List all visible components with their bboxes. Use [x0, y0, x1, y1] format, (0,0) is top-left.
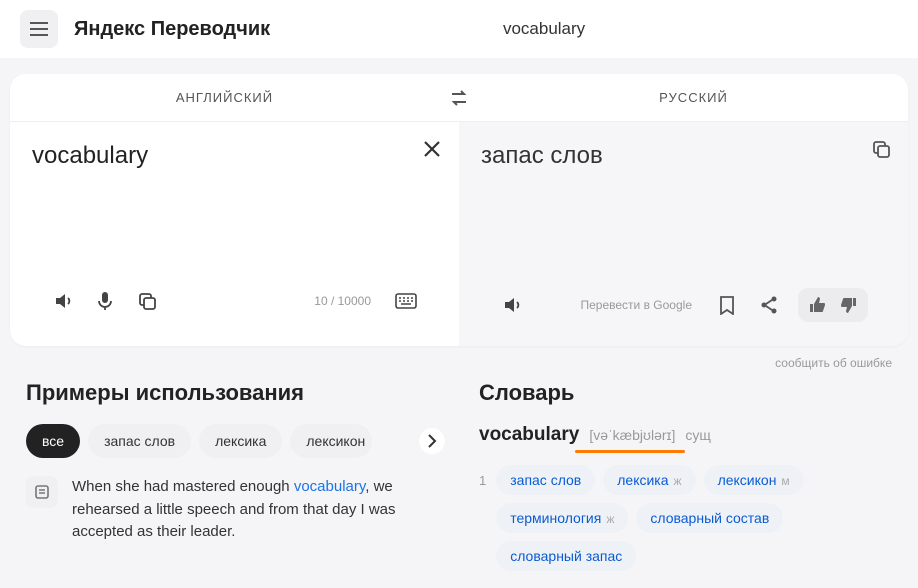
dictionary-title: Словарь	[479, 380, 892, 406]
examples-title: Примеры использования	[26, 380, 439, 406]
dict-translation-tag[interactable]: словарный состав	[636, 503, 783, 533]
dict-word: vocabulary	[479, 424, 579, 446]
hamburger-icon	[30, 22, 48, 36]
google-translate-link[interactable]: Перевести в Google	[581, 298, 693, 312]
app-logo[interactable]: Яндекс Переводчик	[74, 18, 270, 41]
tab-title: vocabulary	[270, 19, 818, 39]
speaker-icon	[53, 291, 73, 311]
clear-button[interactable]	[423, 140, 441, 163]
chip-filter[interactable]: лексика	[199, 424, 282, 458]
report-error-link[interactable]: сообщить об ошибке	[0, 346, 918, 370]
translation-output: запас слов	[481, 142, 886, 170]
source-pane: vocabulary 10 / 10000	[10, 122, 459, 346]
speaker-icon	[502, 295, 522, 315]
swap-languages-button[interactable]	[439, 90, 479, 106]
example-highlight: vocabulary	[294, 478, 365, 495]
dict-sense-number: 1	[479, 465, 486, 488]
dict-translation-tag[interactable]: лексикаж	[603, 465, 695, 495]
target-toolbar: Перевести в Google	[481, 280, 886, 336]
microphone-icon	[96, 291, 114, 311]
dict-pos: сущ	[685, 427, 711, 443]
char-counter: 10 / 10000	[314, 294, 371, 308]
keyboard-icon	[395, 293, 417, 309]
source-toolbar: 10 / 10000	[32, 280, 437, 328]
share-icon	[759, 295, 779, 315]
thumb-down-icon	[840, 296, 858, 314]
translator-card: АНГЛИЙСКИЙ РУССКИЙ vocabulary	[10, 74, 908, 346]
copy-icon	[872, 140, 890, 158]
language-bar: АНГЛИЙСКИЙ РУССКИЙ	[10, 74, 908, 122]
copy-translation-button[interactable]	[872, 140, 890, 163]
example-expand-button[interactable]	[26, 476, 58, 508]
close-icon	[423, 140, 441, 158]
panes: vocabulary 10 / 10000	[10, 122, 908, 346]
source-language[interactable]: АНГЛИЙСКИЙ	[10, 90, 439, 105]
dict-translation-tag[interactable]: словарный запас	[496, 541, 636, 571]
dict-translation-tag[interactable]: запас слов	[496, 465, 595, 495]
example-item: When she had mastered enough vocabulary,…	[26, 476, 439, 544]
chevron-right-icon	[427, 434, 437, 448]
example-filter-chips: все запас слов лексика лексикон	[26, 424, 439, 458]
dict-sense-row: 1 запас слов лексикаж лексиконм терминологи…	[479, 465, 892, 571]
chip-filter[interactable]: лексикон	[290, 424, 372, 458]
dictionary-column: Словарь vocabulary [vəˈkæbjʊlərɪ] сущ 1 …	[479, 380, 892, 571]
lower-section: Примеры использования все запас слов лек…	[0, 370, 918, 571]
target-language[interactable]: РУССКИЙ	[479, 90, 908, 105]
dict-translation-tag[interactable]: лексиконм	[704, 465, 804, 495]
dict-ipa: [vəˈkæbjʊlərɪ]	[589, 427, 675, 443]
swap-icon	[450, 90, 468, 106]
menu-button[interactable]	[20, 10, 58, 48]
bookmark-icon	[719, 295, 735, 315]
example-text: When she had mastered enough vocabulary,…	[72, 476, 439, 544]
listen-source-button[interactable]	[50, 288, 76, 314]
thumb-down-button[interactable]	[834, 292, 864, 318]
book-icon	[34, 484, 50, 500]
thumb-up-button[interactable]	[802, 292, 832, 318]
bookmark-button[interactable]	[714, 292, 740, 318]
target-pane: запас слов Перевести в Google	[459, 122, 908, 346]
chip-filter[interactable]: запас слов	[88, 424, 191, 458]
copy-icon	[138, 292, 156, 310]
highlight-underline	[575, 450, 685, 453]
chips-scroll-right[interactable]	[419, 428, 445, 454]
examples-column: Примеры использования все запас слов лек…	[26, 380, 439, 571]
source-input[interactable]: vocabulary	[32, 142, 437, 170]
listen-target-button[interactable]	[499, 292, 525, 318]
example-pre: When she had mastered enough	[72, 478, 294, 495]
voice-input-button[interactable]	[92, 288, 118, 314]
dictionary-headword: vocabulary [vəˈkæbjʊlərɪ] сущ	[479, 424, 892, 446]
dict-translations: запас слов лексикаж лексиконм терминологияж…	[496, 465, 892, 571]
thumb-up-icon	[808, 296, 826, 314]
feedback-thumbs	[798, 288, 868, 322]
chip-all[interactable]: все	[26, 424, 80, 458]
dict-translation-tag[interactable]: терминологияж	[496, 503, 628, 533]
copy-source-button[interactable]	[134, 288, 160, 314]
share-button[interactable]	[756, 292, 782, 318]
keyboard-button[interactable]	[393, 288, 419, 314]
header: Яндекс Переводчик vocabulary	[0, 0, 918, 58]
